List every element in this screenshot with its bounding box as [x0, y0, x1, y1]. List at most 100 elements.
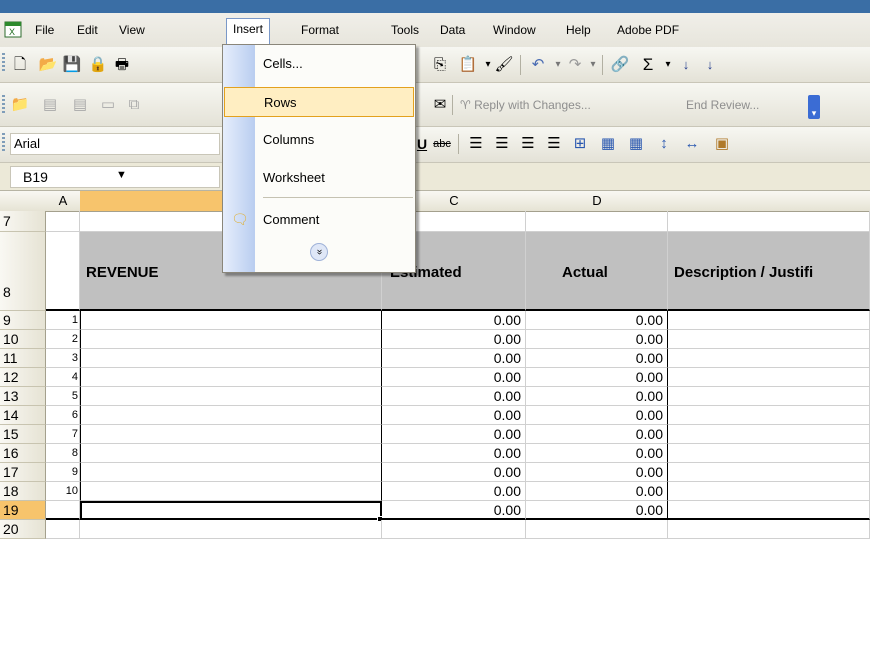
menu-insert[interactable]: Insert — [226, 18, 271, 45]
sort-descending-icon[interactable]: ↓ — [700, 55, 720, 75]
row-index-cell[interactable]: 7 — [46, 425, 80, 444]
double-chevron-down-icon[interactable]: » — [310, 243, 328, 261]
cell[interactable] — [382, 520, 526, 539]
actual-cell[interactable]: 0.00 — [526, 387, 668, 406]
cell[interactable] — [668, 211, 870, 232]
cell[interactable] — [80, 311, 382, 330]
actual-cell[interactable]: 0.00 — [526, 368, 668, 387]
cell[interactable] — [668, 349, 870, 368]
redo-dropdown-icon[interactable]: ▾ — [583, 55, 603, 75]
end-review-button[interactable]: End Review... — [686, 95, 759, 115]
cell[interactable] — [668, 406, 870, 425]
autosum-icon[interactable]: Σ — [638, 55, 658, 75]
new-icon[interactable]: 🗋 — [10, 55, 30, 75]
estimated-cell[interactable]: 0.00 — [382, 425, 526, 444]
cell[interactable] — [668, 482, 870, 501]
select-all-corner[interactable] — [0, 191, 47, 212]
cell[interactable] — [668, 311, 870, 330]
row-header-14[interactable]: 14 — [0, 406, 46, 425]
row-header-19[interactable]: 19 — [0, 501, 46, 520]
sort-ascending-icon[interactable]: ↓ — [676, 55, 696, 75]
row-header-18[interactable]: 18 — [0, 482, 46, 501]
envelope-icon[interactable]: ✉ — [430, 95, 450, 115]
print-icon[interactable]: 🖶 — [112, 55, 132, 75]
menu-item-rows[interactable]: Rows — [224, 87, 414, 117]
toolbar-grip[interactable] — [2, 53, 5, 73]
copy-icon[interactable]: ⎘ — [430, 55, 450, 75]
align-right-icon[interactable]: ☰ — [518, 134, 538, 154]
cell[interactable] — [80, 520, 382, 539]
column-header-e[interactable] — [668, 191, 870, 212]
row-header-13[interactable]: 13 — [0, 387, 46, 406]
justify-icon[interactable]: ☰ — [544, 134, 564, 154]
selected-cell-b19[interactable] — [80, 501, 382, 520]
cell[interactable] — [668, 330, 870, 349]
row-index-cell[interactable]: 4 — [46, 368, 80, 387]
row-height-icon[interactable]: ↕ — [654, 134, 674, 154]
toolbar-grip[interactable] — [2, 133, 5, 153]
table-icon[interactable]: ▦ — [626, 134, 646, 154]
cell[interactable] — [668, 425, 870, 444]
estimated-cell[interactable]: 0.00 — [382, 463, 526, 482]
estimated-cell[interactable]: 0.00 — [382, 406, 526, 425]
actual-cell[interactable]: 0.00 — [526, 425, 668, 444]
name-box[interactable]: B19 ▼ — [10, 166, 220, 188]
cell[interactable] — [668, 501, 870, 520]
estimated-cell[interactable]: 0.00 — [382, 387, 526, 406]
cell[interactable] — [668, 387, 870, 406]
menu-data[interactable]: Data — [438, 20, 467, 40]
redo-icon[interactable]: ↷ — [565, 55, 585, 75]
row-index-cell[interactable]: 8 — [46, 444, 80, 463]
menu-edit[interactable]: Edit — [75, 20, 100, 40]
actual-cell[interactable]: 0.00 — [526, 482, 668, 501]
borders-icon[interactable]: ▦ — [598, 134, 618, 154]
column-header-d[interactable]: D — [526, 191, 669, 212]
toolbar-options-icon[interactable]: ▾ — [808, 95, 820, 119]
row-header-16[interactable]: 16 — [0, 444, 46, 463]
row-header-8[interactable]: 8 — [0, 232, 46, 311]
font-name-box[interactable]: Arial — [10, 133, 220, 155]
menu-window[interactable]: Window — [491, 20, 538, 40]
cell[interactable] — [80, 482, 382, 501]
cell[interactable] — [80, 444, 382, 463]
menu-item-comment[interactable]: 🗨 Comment — [224, 205, 414, 235]
row-index-cell[interactable]: 9 — [46, 463, 80, 482]
strikethrough-icon[interactable]: abc — [432, 134, 452, 154]
actual-cell[interactable]: 0.00 — [526, 349, 668, 368]
cell[interactable] — [526, 211, 668, 232]
row-header-15[interactable]: 15 — [0, 425, 46, 444]
row-index-cell[interactable]: 1 — [46, 311, 80, 330]
column-header-a[interactable]: A — [46, 191, 81, 212]
actual-cell[interactable]: 0.00 — [526, 501, 668, 520]
align-center-icon[interactable]: ☰ — [492, 134, 512, 154]
menu-file[interactable]: File — [33, 20, 56, 40]
menu-view[interactable]: View — [117, 20, 147, 40]
row-header-20[interactable]: 20 — [0, 520, 46, 539]
cell[interactable] — [46, 211, 80, 232]
cell[interactable] — [46, 232, 80, 311]
toolbar-grip[interactable] — [2, 95, 5, 115]
cell[interactable] — [668, 520, 870, 539]
menu-item-worksheet[interactable]: Worksheet — [224, 163, 414, 193]
review-icon-4[interactable]: ▭ — [98, 95, 118, 115]
hyperlink-icon[interactable]: 🔗 — [610, 55, 630, 75]
menu-adobe-pdf[interactable]: Adobe PDF — [615, 20, 681, 40]
cell[interactable] — [80, 387, 382, 406]
estimated-cell[interactable]: 0.00 — [382, 368, 526, 387]
menu-tools[interactable]: Tools — [389, 20, 421, 40]
review-icon[interactable]: 📁 — [10, 95, 30, 115]
estimated-cell[interactable]: 0.00 — [382, 330, 526, 349]
row-index-cell[interactable]: 6 — [46, 406, 80, 425]
actual-header-cell[interactable]: Actual — [526, 232, 668, 311]
paste-icon[interactable]: 📋 — [458, 55, 478, 75]
row-index-cell[interactable]: 3 — [46, 349, 80, 368]
review-icon-2[interactable]: ▤ — [40, 95, 60, 115]
cell[interactable] — [80, 368, 382, 387]
actual-cell[interactable]: 0.00 — [526, 330, 668, 349]
review-icon-3[interactable]: ▤ — [70, 95, 90, 115]
align-left-icon[interactable]: ☰ — [466, 134, 486, 154]
cell[interactable] — [526, 520, 668, 539]
estimated-cell[interactable]: 0.00 — [382, 311, 526, 330]
autosum-dropdown-icon[interactable]: ▾ — [658, 55, 678, 75]
actual-cell[interactable]: 0.00 — [526, 311, 668, 330]
